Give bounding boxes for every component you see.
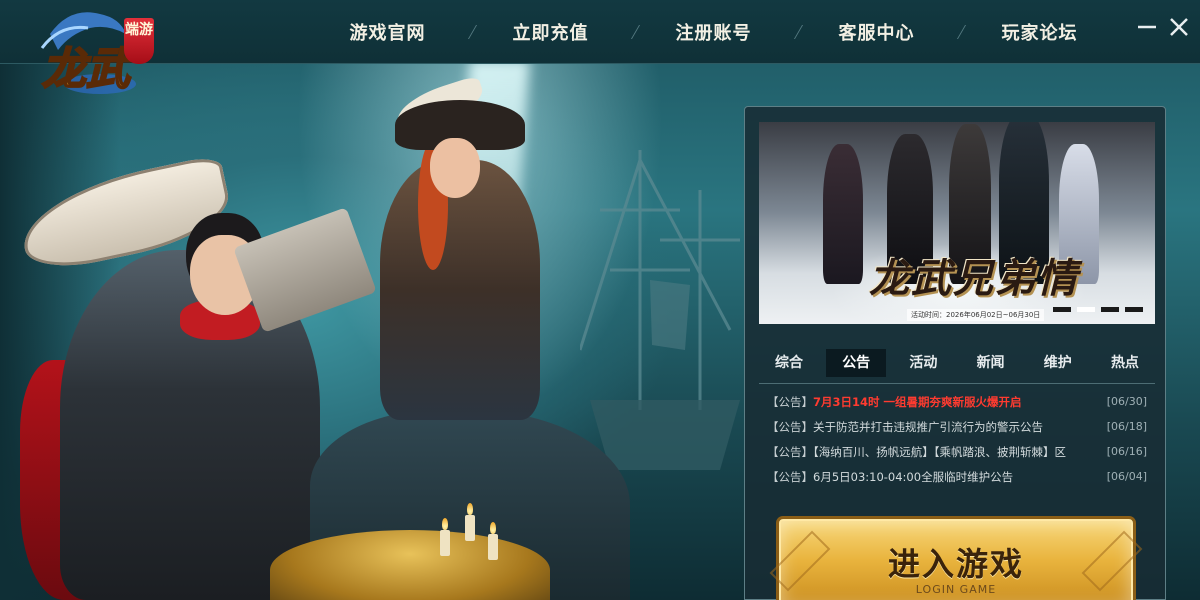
news-tabs: 综合 公告 活动 新闻 维护 热点 [759, 349, 1155, 377]
news-list: 【公告】7月3日14时 一组暑期夯爽新服火爆开启 [06/30] 【公告】关于防… [767, 389, 1147, 489]
news-title: 【海纳百川、扬帆远航】【乘帆踏浪、披荆斩棘】区 [813, 444, 1066, 459]
promo-banner[interactable]: 龙武兄弟情 活动时间：2026年06月02日~06月30日 [759, 122, 1155, 324]
main-nav: 游戏官网 立即充值 注册账号 客服中心 玩家论坛 [310, 0, 1117, 64]
banner-title: 龙武兄弟情 [869, 255, 1079, 302]
news-title: 关于防范并打击违规推广引流行为的警示公告 [813, 419, 1043, 434]
news-item-text: 【公告】7月3日14时 一组暑期夯爽新服火爆开启 [767, 394, 1103, 410]
logo-tag-text: 端游 [125, 22, 153, 38]
banner-dot-active[interactable] [1077, 307, 1095, 312]
pirate-head [430, 138, 480, 198]
news-item[interactable]: 【公告】关于防范并打击违规推广引流行为的警示公告 [06/18] [767, 414, 1147, 439]
tab-hot[interactable]: 热点 [1095, 349, 1155, 377]
news-title: 7月3日14时 一组暑期夯爽新服火爆开启 [813, 394, 1022, 409]
ghost-ship-illustration [580, 150, 740, 470]
news-item[interactable]: 【公告】6月5日03:10-04:00全服临时维护公告 [06/04] [767, 464, 1147, 489]
close-icon[interactable] [1166, 14, 1192, 40]
launcher-panel: 龙武兄弟情 活动时间：2026年06月02日~06月30日 综合 公告 活动 新… [744, 106, 1166, 600]
nav-register[interactable]: 注册账号 [636, 19, 791, 45]
tab-announcements[interactable]: 公告 [826, 349, 887, 377]
banner-dot[interactable] [1101, 307, 1119, 312]
nav-forum[interactable]: 玩家论坛 [962, 19, 1117, 45]
tab-divider [759, 383, 1155, 384]
logo-tag-badge: 端游 [124, 18, 154, 64]
news-tag: 【公告】 [767, 419, 813, 434]
tab-news[interactable]: 新闻 [961, 349, 1021, 377]
news-item[interactable]: 【公告】7月3日14时 一组暑期夯爽新服火爆开启 [06/30] [767, 389, 1147, 414]
candle-icon [440, 518, 450, 556]
tab-maintenance[interactable]: 维护 [1028, 349, 1088, 377]
banner-dot[interactable] [1125, 307, 1143, 312]
news-tag: 【公告】 [767, 469, 813, 484]
candle-icon [465, 503, 475, 541]
news-item-text: 【公告】关于防范并打击违规推广引流行为的警示公告 [767, 419, 1103, 435]
enter-game-button[interactable]: 进入游戏 LOGIN GAME [769, 519, 1143, 600]
minimize-icon[interactable] [1134, 14, 1160, 40]
banner-character [823, 144, 863, 284]
banner-pagination [1053, 307, 1143, 312]
tab-general[interactable]: 综合 [759, 349, 819, 377]
treasure-pile [270, 530, 550, 600]
news-tag: 【公告】 [767, 444, 813, 459]
news-date: [06/18] [1106, 420, 1147, 433]
news-item-text: 【公告】6月5日03:10-04:00全服临时维护公告 [767, 469, 1103, 485]
news-date: [06/30] [1106, 395, 1147, 408]
pirate-captain-figure [380, 160, 540, 420]
nav-recharge[interactable]: 立即充值 [473, 19, 628, 45]
news-item-text: 【公告】【海纳百川、扬帆远航】【乘帆踏浪、披荆斩棘】区 [767, 444, 1103, 460]
news-date: [06/04] [1106, 470, 1147, 483]
enter-game-sublabel: LOGIN GAME [915, 583, 997, 596]
nav-official-site[interactable]: 游戏官网 [310, 19, 465, 45]
enter-game-label: 进入游戏 [887, 545, 1024, 583]
svg-text:龙武: 龙武 [42, 44, 136, 95]
banner-date: 活动时间：2026年06月02日~06月30日 [907, 309, 1045, 321]
candle-icon [488, 522, 498, 560]
nav-customer-service[interactable]: 客服中心 [799, 19, 954, 45]
tab-events[interactable]: 活动 [893, 349, 953, 377]
news-title: 6月5日03:10-04:00全服临时维护公告 [813, 469, 1014, 484]
news-item[interactable]: 【公告】【海纳百川、扬帆远航】【乘帆踏浪、披荆斩棘】区 [06/16] [767, 439, 1147, 464]
news-tag: 【公告】 [767, 394, 813, 409]
banner-dot[interactable] [1053, 307, 1071, 312]
news-date: [06/16] [1106, 445, 1147, 458]
top-bar: 龙武 端游 游戏官网 立即充值 注册账号 客服中心 玩家论坛 [0, 0, 1200, 96]
